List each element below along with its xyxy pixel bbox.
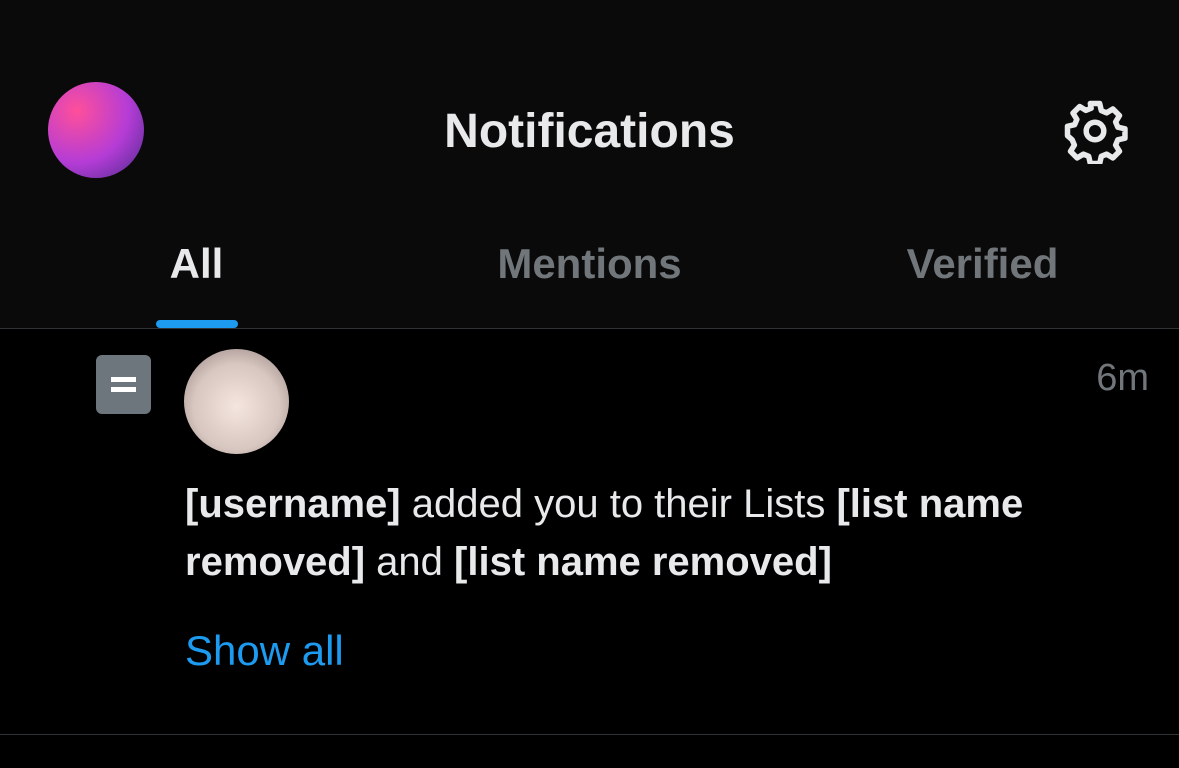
tab-all[interactable]: All <box>0 200 393 328</box>
show-all-link[interactable]: Show all <box>185 627 344 675</box>
tab-verified[interactable]: Verified <box>786 200 1179 328</box>
tab-mentions[interactable]: Mentions <box>393 200 786 328</box>
page-title: Notifications <box>444 105 735 158</box>
tab-all-label: All <box>169 240 224 287</box>
notification-text: [username] added you to their Lists [lis… <box>185 475 1119 591</box>
joiner-text: and <box>376 540 455 584</box>
list-name-2[interactable]: [list name removed] <box>454 540 832 584</box>
tab-bar: All Mentions Verified <box>0 200 1179 329</box>
tab-verified-label: Verified <box>906 240 1059 287</box>
action-text: added you to their Lists <box>411 482 837 526</box>
top-bar: Notifications <box>0 0 1179 200</box>
actor-avatar[interactable] <box>184 349 289 454</box>
timestamp: 6m <box>1096 357 1149 399</box>
list-icon <box>96 355 151 414</box>
active-tab-indicator <box>155 320 238 328</box>
actor-name[interactable]: [username] <box>185 482 412 526</box>
notification-item[interactable]: 6m [username] added you to their Lists [… <box>0 329 1179 735</box>
tab-mentions-label: Mentions <box>497 240 682 287</box>
gear-icon[interactable] <box>1062 98 1128 164</box>
